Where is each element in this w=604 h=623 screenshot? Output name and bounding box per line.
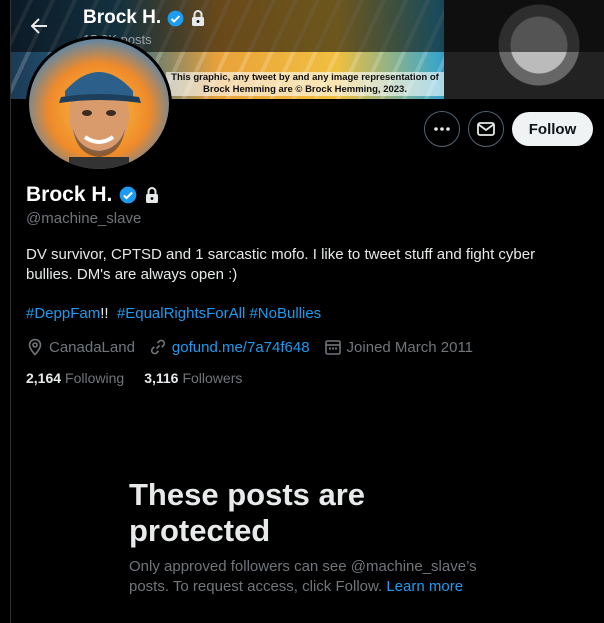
header-name: Brock H. [83,7,162,28]
joined-text: Joined March 2011 [346,338,474,356]
hashtag-link[interactable]: #EqualRightsForAll [117,305,245,322]
profile-handle: @machine_slave [26,210,142,227]
back-button[interactable] [27,14,51,38]
hashtag-link[interactable]: #DeppFam [26,305,100,322]
more-icon [434,127,450,131]
header-name-row: Brock H. [83,7,206,29]
profile-bio: DV survivor, CPTSD and 1 sarcastic mofo.… [26,246,536,283]
follow-button[interactable]: Follow [512,112,593,146]
learn-more-link[interactable]: Learn more [386,578,463,595]
followers-label: Followers [182,370,243,386]
followers-count: 3,116 [144,370,179,386]
verified-badge-icon [167,10,184,26]
verified-badge-icon[interactable] [118,185,138,205]
calendar-icon [324,340,341,355]
avatar[interactable] [26,36,172,172]
following-link[interactable]: 2,164 Following [26,370,124,386]
message-button[interactable] [468,111,504,147]
banner-caption: This graphic, any tweet by and any image… [166,72,444,96]
follow-counts: 2,164 Following 3,116 Followers [26,370,262,386]
link-item: gofund.me/7a74f648 [149,338,310,356]
profile-meta: CanadaLand gofund.me/7a74f648 Joined Mar… [26,338,487,356]
hashtag-link[interactable]: #NoBullies [249,305,321,322]
location-icon [28,338,42,356]
protected-message: Only approved followers can see @machine… [129,557,489,597]
followers-link[interactable]: 3,116 Followers [144,370,242,386]
protected-title: These posts are protected [129,477,366,548]
bio-hashtags: #DeppFam!! #EqualRightsForAll #NoBullies [26,305,321,322]
following-label: Following [65,370,125,386]
hashtag-suffix: !! [100,305,109,322]
profile-link[interactable]: gofund.me/7a74f648 [172,339,310,356]
following-count: 2,164 [26,370,62,386]
lock-icon [192,10,205,26]
location-text: CanadaLand [49,338,135,356]
link-icon [150,339,165,355]
profile-name-row: Brock H. [26,183,160,207]
lock-icon [146,187,159,203]
joined-item: Joined March 2011 [324,338,473,356]
location-item: CanadaLand [26,338,135,356]
back-arrow-icon [30,18,47,34]
profile-name: Brock H. [26,183,113,206]
more-button[interactable] [424,111,460,147]
message-icon [477,122,495,136]
